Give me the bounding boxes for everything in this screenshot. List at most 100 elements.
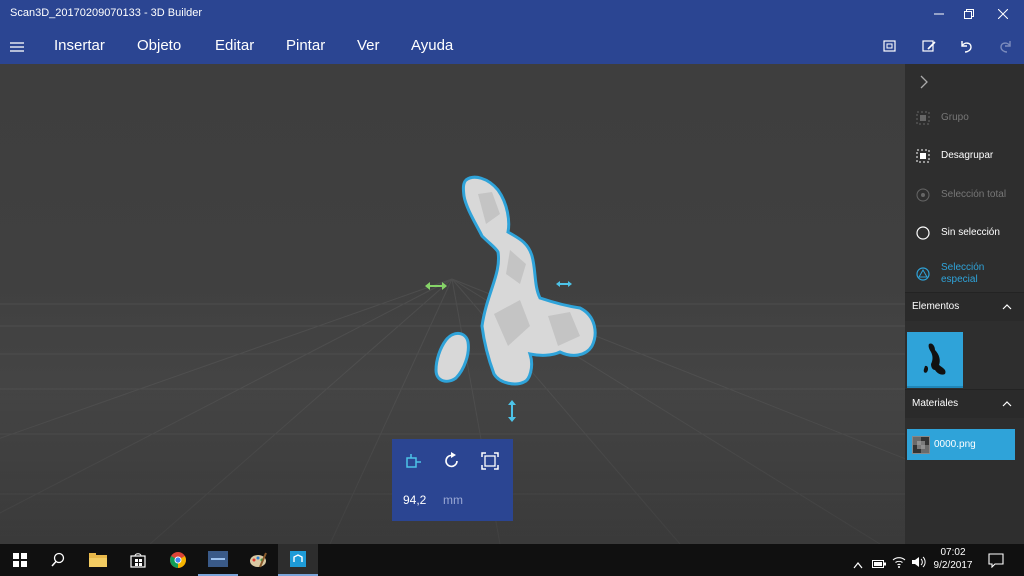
menu-pintar[interactable]: Pintar — [286, 37, 325, 54]
paint-palette-icon — [250, 552, 267, 568]
chrome-button[interactable] — [158, 544, 198, 576]
transform-toolbox: 94,2 mm — [392, 439, 513, 521]
3d-builder-taskbar-button[interactable] — [278, 544, 318, 576]
select-all-icon — [916, 188, 930, 202]
material-texture-thumbnail — [912, 436, 930, 454]
material-name: 0000.png — [934, 439, 976, 450]
redo-button[interactable] — [995, 36, 1017, 56]
store-button[interactable] — [118, 544, 158, 576]
rotate-handle[interactable] — [556, 275, 572, 294]
sin-seleccion-button[interactable]: Sin selección — [905, 218, 1024, 250]
move-horizontal-handle[interactable] — [425, 277, 447, 296]
chevron-up-icon — [853, 562, 863, 569]
chevron-up-icon — [1002, 401, 1012, 407]
notification-icon — [988, 553, 1004, 569]
move-vertical-handle[interactable] — [506, 400, 518, 426]
grupo-label: Grupo — [941, 112, 969, 123]
double-arrow-small-icon — [556, 281, 572, 287]
3d-builder-icon — [290, 551, 306, 567]
hamburger-icon — [10, 42, 24, 52]
restore-icon — [964, 9, 974, 19]
hamburger-menu-button[interactable] — [10, 39, 26, 53]
texture-icon — [913, 437, 929, 453]
rotate-icon — [445, 452, 458, 468]
taskbar: 07:02 9/2/2017 — [0, 544, 1024, 576]
right-panel: Grupo Desagrupar Selección total Sin sel… — [905, 64, 1024, 544]
elementos-label: Elementos — [912, 301, 960, 312]
rotate-tool-button[interactable] — [443, 452, 461, 474]
dimension-unit: mm — [443, 493, 463, 507]
windows-logo-icon — [13, 553, 27, 567]
start-button[interactable] — [0, 544, 40, 576]
store-bag-icon — [130, 553, 146, 568]
materiales-header[interactable]: Materiales — [905, 389, 1024, 418]
move-tool-icon — [406, 454, 421, 468]
grupo-button[interactable]: Grupo — [905, 103, 1024, 135]
volume-icon — [912, 556, 926, 568]
battery-button[interactable] — [872, 554, 886, 573]
model-silhouette-icon — [923, 343, 946, 375]
wifi-button[interactable] — [892, 553, 906, 572]
undo-button[interactable] — [955, 36, 977, 56]
view-3d-button[interactable] — [879, 36, 901, 56]
ungroup-icon — [916, 149, 930, 163]
material-item[interactable]: 0000.png — [907, 429, 1015, 460]
deselect-icon — [916, 226, 930, 240]
chevron-up-icon — [1002, 304, 1012, 310]
folder-icon — [89, 553, 107, 567]
clock-time: 07:02 — [940, 547, 966, 558]
menu-objeto[interactable]: Objeto — [137, 37, 181, 54]
double-arrow-vertical-icon — [508, 400, 516, 422]
chevron-right-icon — [920, 75, 928, 89]
search-icon — [51, 552, 65, 567]
menu-ver[interactable]: Ver — [357, 37, 380, 54]
materiales-label: Materiales — [912, 398, 959, 409]
restore-button[interactable] — [952, 0, 986, 28]
minimize-icon — [934, 13, 944, 15]
model-fragment[interactable] — [434, 332, 470, 383]
chrome-icon — [170, 552, 186, 568]
move-tool-button[interactable] — [404, 452, 422, 474]
undo-icon — [961, 41, 972, 53]
elementos-header[interactable]: Elementos — [905, 292, 1024, 321]
double-arrow-horizontal-icon — [425, 282, 447, 290]
taskbar-app-window[interactable] — [198, 544, 238, 576]
seleccion-especial-button[interactable]: Selección especial — [905, 257, 1024, 297]
app-window-icon — [208, 551, 228, 567]
cube-view-icon — [883, 40, 896, 52]
collapse-panel-button[interactable] — [919, 74, 929, 95]
desagrupar-button[interactable]: Desagrupar — [905, 141, 1024, 173]
window-title: Scan3D_20170209070133 - 3D Builder — [10, 7, 203, 19]
clock[interactable]: 07:02 9/2/2017 — [932, 546, 974, 572]
search-button[interactable] — [38, 544, 78, 576]
seleccion-especial-label: Selección especial — [941, 262, 985, 285]
redo-icon — [1000, 41, 1011, 53]
menu-editar[interactable]: Editar — [215, 37, 254, 54]
menu-insertar[interactable]: Insertar — [54, 37, 105, 54]
menu-ayuda[interactable]: Ayuda — [411, 37, 453, 54]
edit-icon — [922, 40, 936, 52]
desagrupar-label: Desagrupar — [941, 150, 994, 161]
scale-tool-button[interactable] — [481, 452, 499, 474]
title-bar: Scan3D_20170209070133 - 3D Builder — [0, 0, 1024, 28]
file-explorer-button[interactable] — [78, 544, 118, 576]
minimize-button[interactable] — [922, 0, 956, 28]
seleccion-total-label: Selección total — [941, 189, 1007, 200]
show-hidden-icons-button[interactable] — [853, 554, 863, 573]
menu-bar: Insertar Objeto Editar Pintar Ver Ayuda — [0, 28, 1024, 64]
paint-button[interactable] — [238, 544, 278, 576]
dimension-value[interactable]: 94,2 — [403, 493, 426, 507]
clock-date: 9/2/2017 — [933, 560, 973, 571]
seleccion-total-button[interactable]: Selección total — [905, 180, 1024, 212]
scale-icon — [481, 452, 499, 470]
group-icon — [916, 111, 930, 125]
close-icon — [998, 9, 1008, 19]
action-center-button[interactable] — [988, 552, 1004, 572]
edit-button[interactable] — [918, 36, 940, 56]
sin-seleccion-label: Sin selección — [941, 227, 1000, 238]
special-selection-icon — [916, 267, 930, 281]
volume-button[interactable] — [912, 553, 926, 572]
element-thumbnail[interactable] — [907, 332, 963, 388]
close-button[interactable] — [986, 0, 1020, 28]
wifi-icon — [892, 557, 906, 568]
